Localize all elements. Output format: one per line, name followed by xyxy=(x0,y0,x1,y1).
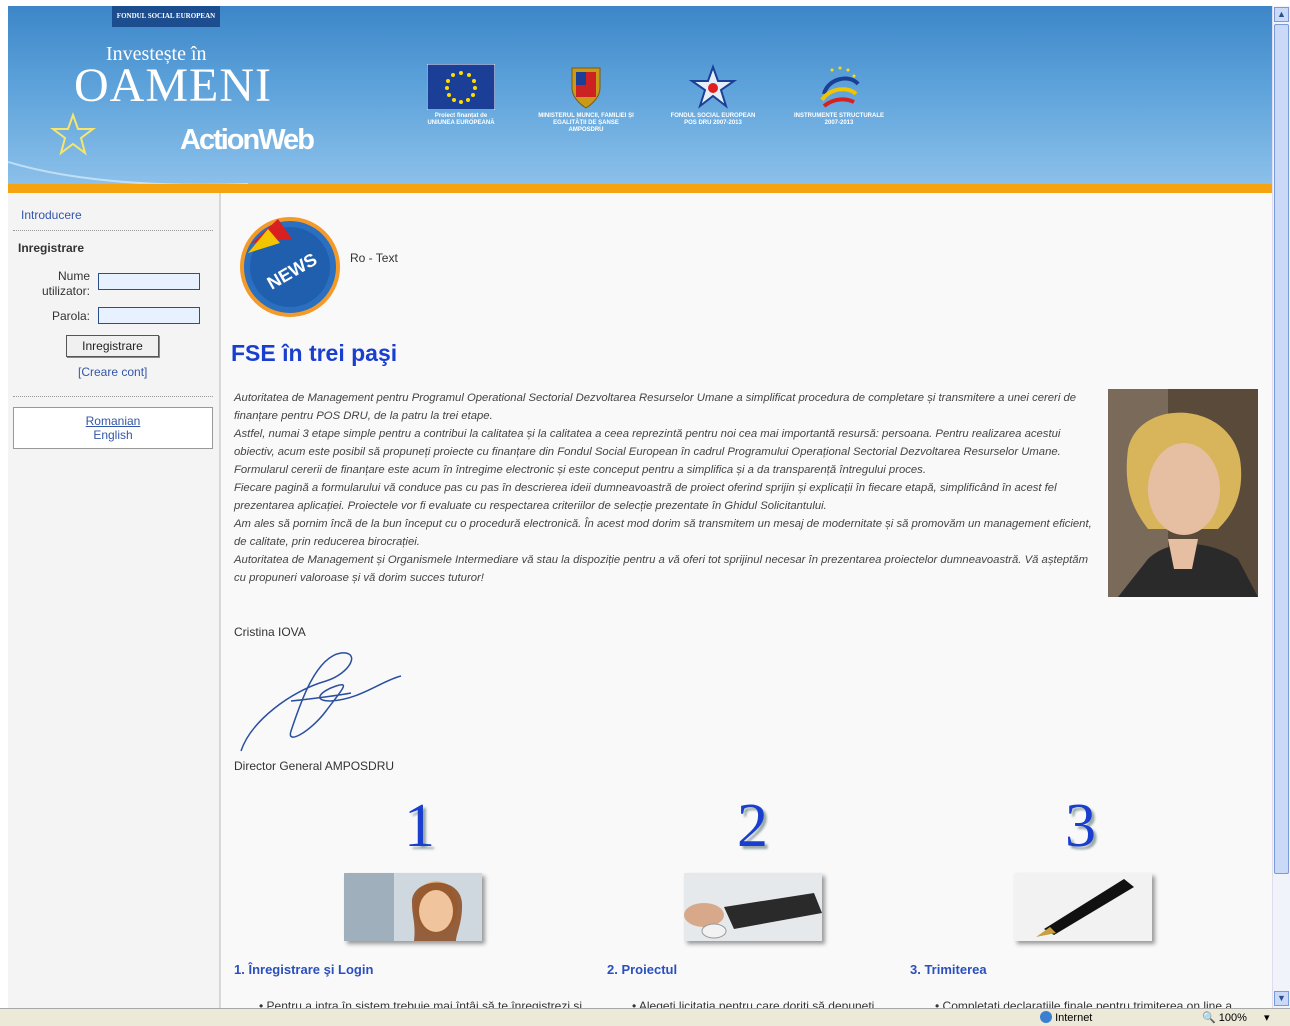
step-2-title[interactable]: 2. Proiectul xyxy=(607,962,677,977)
coat-of-arms-icon xyxy=(571,67,601,109)
security-zone: Internet xyxy=(1040,1011,1092,1024)
fse-star-icon xyxy=(688,64,738,109)
username-label: Nume utilizator: xyxy=(41,269,90,298)
step-3-bullet: Completați declarațiile finale pentru tr… xyxy=(935,999,1232,1008)
step-1-bullet: Pentru a intra în sistem trebuie mai înt… xyxy=(259,999,582,1008)
step-3-image xyxy=(1014,873,1152,941)
page-title: FSE în trei paşi xyxy=(231,340,398,366)
step-1-image xyxy=(344,873,482,941)
logo-fse: FONDUL SOCIAL EUROPEAN POS DRU 2007-2013 xyxy=(668,64,758,127)
director-portrait xyxy=(1108,389,1258,597)
browser-viewport: FONDUL SOCIAL EUROPEAN Investește în OAM… xyxy=(8,6,1272,1008)
step-2-bullet: Alegeți licitația pentru care doriți să … xyxy=(632,999,874,1008)
signer-name: Cristina IOVA xyxy=(234,625,306,639)
zoom-icon: 🔍 xyxy=(1202,1012,1216,1024)
globe-icon xyxy=(1040,1011,1052,1023)
language-english-link[interactable]: English xyxy=(14,428,212,442)
news-label: Ro - Text xyxy=(350,251,398,265)
logo-ministry-caption: MINISTERUL MUNCII, FAMILIEI ȘI EGALITĂȚI… xyxy=(538,113,634,133)
intro-paragraph: Formularul cererii de finanțare este acu… xyxy=(234,464,926,476)
intro-paragraph: Am ales să pornim încă de la bun început… xyxy=(234,518,1092,548)
intro-text: Autoritatea de Management pentru Program… xyxy=(234,389,1099,587)
login-button[interactable]: Inregistrare xyxy=(66,335,159,357)
step-1-number: 1 xyxy=(404,792,435,860)
fse-tag: FONDUL SOCIAL EUROPEAN xyxy=(112,6,220,27)
header-accent-bar xyxy=(8,184,1272,193)
security-zone-label: Internet xyxy=(1055,1012,1093,1024)
intro-paragraph: Astfel, numai 3 etape simple pentru a co… xyxy=(234,428,1061,458)
status-bar: Internet 🔍 100% ▾ xyxy=(0,1008,1290,1026)
headline: OAMENI xyxy=(74,59,272,112)
sidebar-item-intro[interactable]: Introducere xyxy=(21,208,82,222)
step-3-number: 3 xyxy=(1065,792,1096,860)
star-icon xyxy=(50,112,96,156)
vertical-scrollbar[interactable]: ▲ ▼ xyxy=(1272,6,1290,1008)
news-badge-icon: NEWS xyxy=(240,217,340,317)
signature-image xyxy=(240,652,402,752)
logo-instruments: INSTRUMENTE STRUCTURALE 2007-2013 xyxy=(791,64,887,127)
zoom-level: 100% xyxy=(1218,1012,1247,1024)
language-switcher: Romanian English xyxy=(13,407,213,449)
password-label: Parola: xyxy=(51,309,90,323)
main-content: NEWS Ro - Text FSE în trei paşi Autorita… xyxy=(221,193,1272,1008)
logo-eu: Proiect finanțat de UNIUNEA EUROPEANĂ xyxy=(423,63,499,127)
divider xyxy=(13,230,213,231)
eu-flag-icon xyxy=(426,63,496,111)
chevron-down-icon[interactable]: ▾ xyxy=(1264,1012,1270,1024)
divider xyxy=(13,396,213,397)
password-field[interactable] xyxy=(98,307,200,324)
scroll-down-icon[interactable]: ▼ xyxy=(1274,991,1289,1006)
intro-paragraph: Autoritatea de Management pentru Program… xyxy=(234,392,1077,422)
signer-title: Director General AMPOSDRU xyxy=(234,759,395,773)
intro-paragraph: Autoritatea de Management și Organismele… xyxy=(234,554,1089,584)
step-2-image xyxy=(684,873,822,941)
step-2-number: 2 xyxy=(737,792,768,860)
sidebar: Introducere Inregistrare Nume utilizator… xyxy=(8,193,221,1008)
header-swoosh xyxy=(8,161,248,184)
step-3-title[interactable]: 3. Trimiterea xyxy=(910,962,987,977)
site-header: FONDUL SOCIAL EUROPEAN Investește în OAM… xyxy=(8,6,1272,184)
username-field[interactable] xyxy=(98,273,200,290)
logo-eu-caption: Proiect finanțat de UNIUNEA EUROPEANĂ xyxy=(427,113,495,126)
scroll-up-icon[interactable]: ▲ xyxy=(1274,7,1289,22)
step-1-title[interactable]: 1. Înregistrare şi Login xyxy=(234,962,373,977)
language-romanian-link[interactable]: Romanian xyxy=(14,414,212,428)
brand-logo: ActionWeb xyxy=(180,124,315,156)
login-title: Inregistrare xyxy=(18,241,85,255)
scroll-thumb[interactable] xyxy=(1274,24,1289,874)
logo-instruments-caption: INSTRUMENTE STRUCTURALE 2007-2013 xyxy=(794,113,884,126)
logo-ministry: MINISTERUL MUNCII, FAMILIEI ȘI EGALITĂȚI… xyxy=(536,64,636,134)
intro-paragraph: Fiecare pagină a formularului vă conduce… xyxy=(234,482,1057,512)
zoom-control[interactable]: 🔍 100% ▾ xyxy=(1202,1011,1270,1024)
create-account-link[interactable]: [Creare cont] xyxy=(78,365,147,379)
structural-instruments-icon xyxy=(820,66,860,108)
logo-fse-caption: FONDUL SOCIAL EUROPEAN POS DRU 2007-2013 xyxy=(670,113,756,126)
